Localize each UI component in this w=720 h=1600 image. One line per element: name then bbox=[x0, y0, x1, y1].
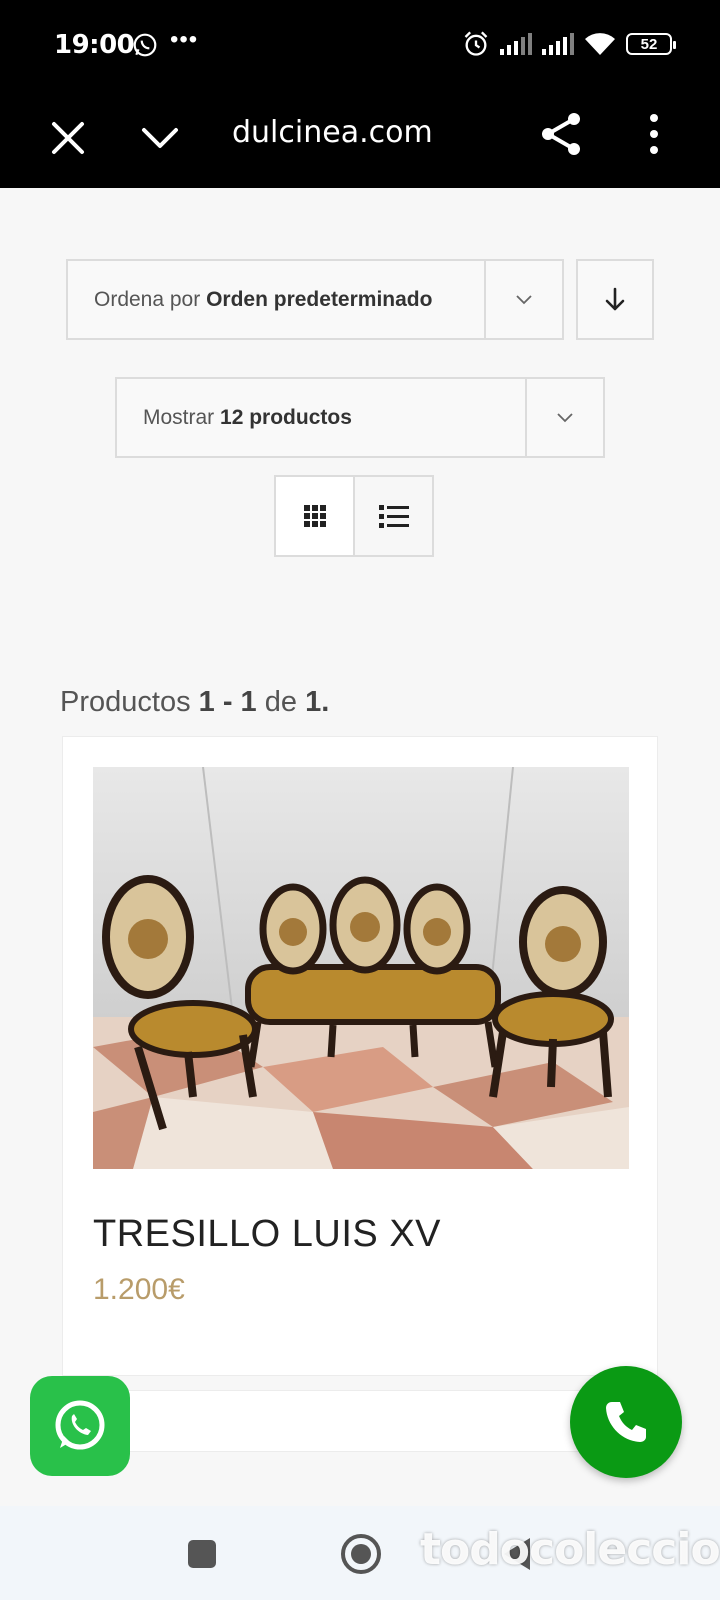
grid-view-button[interactable] bbox=[276, 477, 353, 555]
signal-icon bbox=[500, 33, 532, 55]
per-page-prefix: Mostrar bbox=[143, 405, 215, 429]
status-time: 19:00 bbox=[54, 30, 135, 60]
close-icon[interactable] bbox=[44, 114, 92, 162]
sort-label: Ordena por Orden predeterminado bbox=[68, 288, 484, 312]
view-toggle bbox=[274, 475, 434, 557]
system-nav-bar: todocoleccion bbox=[0, 1506, 720, 1600]
sort-value: Orden predeterminado bbox=[206, 287, 433, 311]
results-count: Productos 1 - 1 de 1. bbox=[60, 686, 329, 719]
recents-button[interactable] bbox=[188, 1540, 216, 1568]
results-prefix: Productos bbox=[60, 686, 191, 718]
whatsapp-button[interactable] bbox=[30, 1376, 130, 1476]
chevron-down-icon[interactable] bbox=[484, 261, 562, 338]
per-page-label: Mostrar 12 productos bbox=[117, 406, 525, 430]
phone-icon bbox=[606, 1402, 646, 1442]
sort-select[interactable]: Ordena por Orden predeterminado bbox=[66, 259, 564, 340]
product-title[interactable]: TRESILLO LUIS XV bbox=[93, 1213, 441, 1256]
chevron-down-icon[interactable] bbox=[525, 379, 603, 456]
url-text[interactable]: dulcinea.com bbox=[232, 110, 433, 156]
whatsapp-notification-icon bbox=[133, 33, 157, 57]
grid-icon bbox=[303, 505, 326, 527]
per-page-value: 12 productos bbox=[220, 405, 352, 429]
list-icon bbox=[378, 505, 409, 528]
next-product-card[interactable] bbox=[62, 1390, 658, 1452]
battery-icon: 52 bbox=[626, 33, 676, 55]
chevron-down-icon[interactable] bbox=[136, 114, 184, 162]
status-bar: 19:00 ••• 52 bbox=[0, 0, 720, 88]
product-card[interactable]: TRESILLO LUIS XV 1.200€ bbox=[62, 736, 658, 1376]
sort-direction-button[interactable] bbox=[576, 259, 654, 340]
product-image[interactable] bbox=[93, 767, 629, 1169]
signal-icon bbox=[542, 33, 574, 55]
status-icons: 52 bbox=[462, 28, 676, 60]
alarm-icon bbox=[464, 31, 488, 56]
product-price: 1.200€ bbox=[93, 1273, 185, 1306]
share-icon[interactable] bbox=[536, 108, 588, 160]
browser-toolbar: dulcinea.com bbox=[0, 88, 720, 188]
sofa-set-photo bbox=[93, 767, 629, 1169]
results-total: 1. bbox=[305, 686, 330, 718]
call-button[interactable] bbox=[570, 1366, 682, 1478]
watermark: todocoleccion bbox=[420, 1524, 720, 1575]
more-vertical-icon[interactable] bbox=[634, 108, 674, 160]
battery-level: 52 bbox=[640, 35, 658, 53]
wifi-icon bbox=[585, 33, 615, 55]
home-button[interactable] bbox=[341, 1534, 381, 1574]
results-of: de bbox=[264, 686, 297, 718]
sort-prefix: Ordena por bbox=[94, 287, 201, 311]
list-view-button[interactable] bbox=[353, 477, 432, 555]
arrow-down-icon bbox=[605, 287, 625, 310]
per-page-select[interactable]: Mostrar 12 productos bbox=[115, 377, 605, 458]
more-dots-icon: ••• bbox=[170, 26, 199, 53]
results-range: 1 - 1 bbox=[198, 686, 257, 718]
whatsapp-icon bbox=[55, 1400, 105, 1450]
